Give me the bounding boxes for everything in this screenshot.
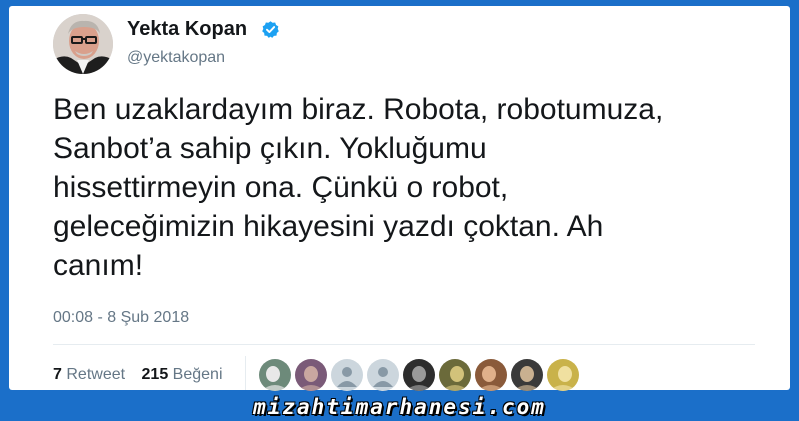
liker-avatar[interactable] [403, 359, 435, 391]
tweet-text: Ben uzaklardayım biraz. Robota, robotumu… [53, 93, 664, 282]
liker-avatar[interactable] [475, 359, 507, 391]
like-count: 215 [141, 366, 169, 383]
tweet-card: Yekta Kopan @yektakopan Ben uzaklardayım… [9, 6, 790, 391]
timestamp[interactable]: 00:08 - 8 Şub 2018 [53, 308, 189, 328]
profile-photo [439, 359, 471, 391]
default-profile-icon [331, 359, 363, 391]
like-stat[interactable]: 215 Beğeni [142, 365, 223, 385]
stats-separator [245, 356, 246, 390]
verified-badge-icon [262, 21, 279, 38]
profile-photo [547, 359, 579, 391]
tweet-stats: 7 Retweet 215 Beğeni [53, 365, 235, 385]
display-name[interactable]: Yekta Kopan [127, 17, 247, 41]
liker-avatar[interactable] [511, 359, 543, 391]
profile-photo [295, 359, 327, 391]
profile-photo [259, 359, 291, 391]
liker-avatar[interactable] [547, 359, 579, 391]
liker-avatar[interactable] [295, 359, 327, 391]
retweet-label: Retweet [66, 366, 126, 383]
liker-avatar[interactable] [259, 359, 291, 391]
retweet-stat[interactable]: 7 Retweet [53, 365, 125, 385]
liker-avatar[interactable] [439, 359, 471, 391]
avatar[interactable] [53, 14, 113, 74]
avatar-photo [53, 14, 113, 74]
like-label: Beğeni [172, 366, 223, 383]
liker-avatars [259, 359, 583, 391]
profile-photo [475, 359, 507, 391]
default-profile-icon [367, 359, 399, 391]
liker-avatar[interactable] [331, 359, 363, 391]
watermark: mizahtimarhanesi.com [253, 395, 546, 419]
divider [53, 344, 755, 345]
profile-photo [403, 359, 435, 391]
liker-avatar[interactable] [367, 359, 399, 391]
handle[interactable]: @yektakopan [127, 48, 225, 68]
profile-photo [511, 359, 543, 391]
retweet-count: 7 [53, 366, 62, 383]
